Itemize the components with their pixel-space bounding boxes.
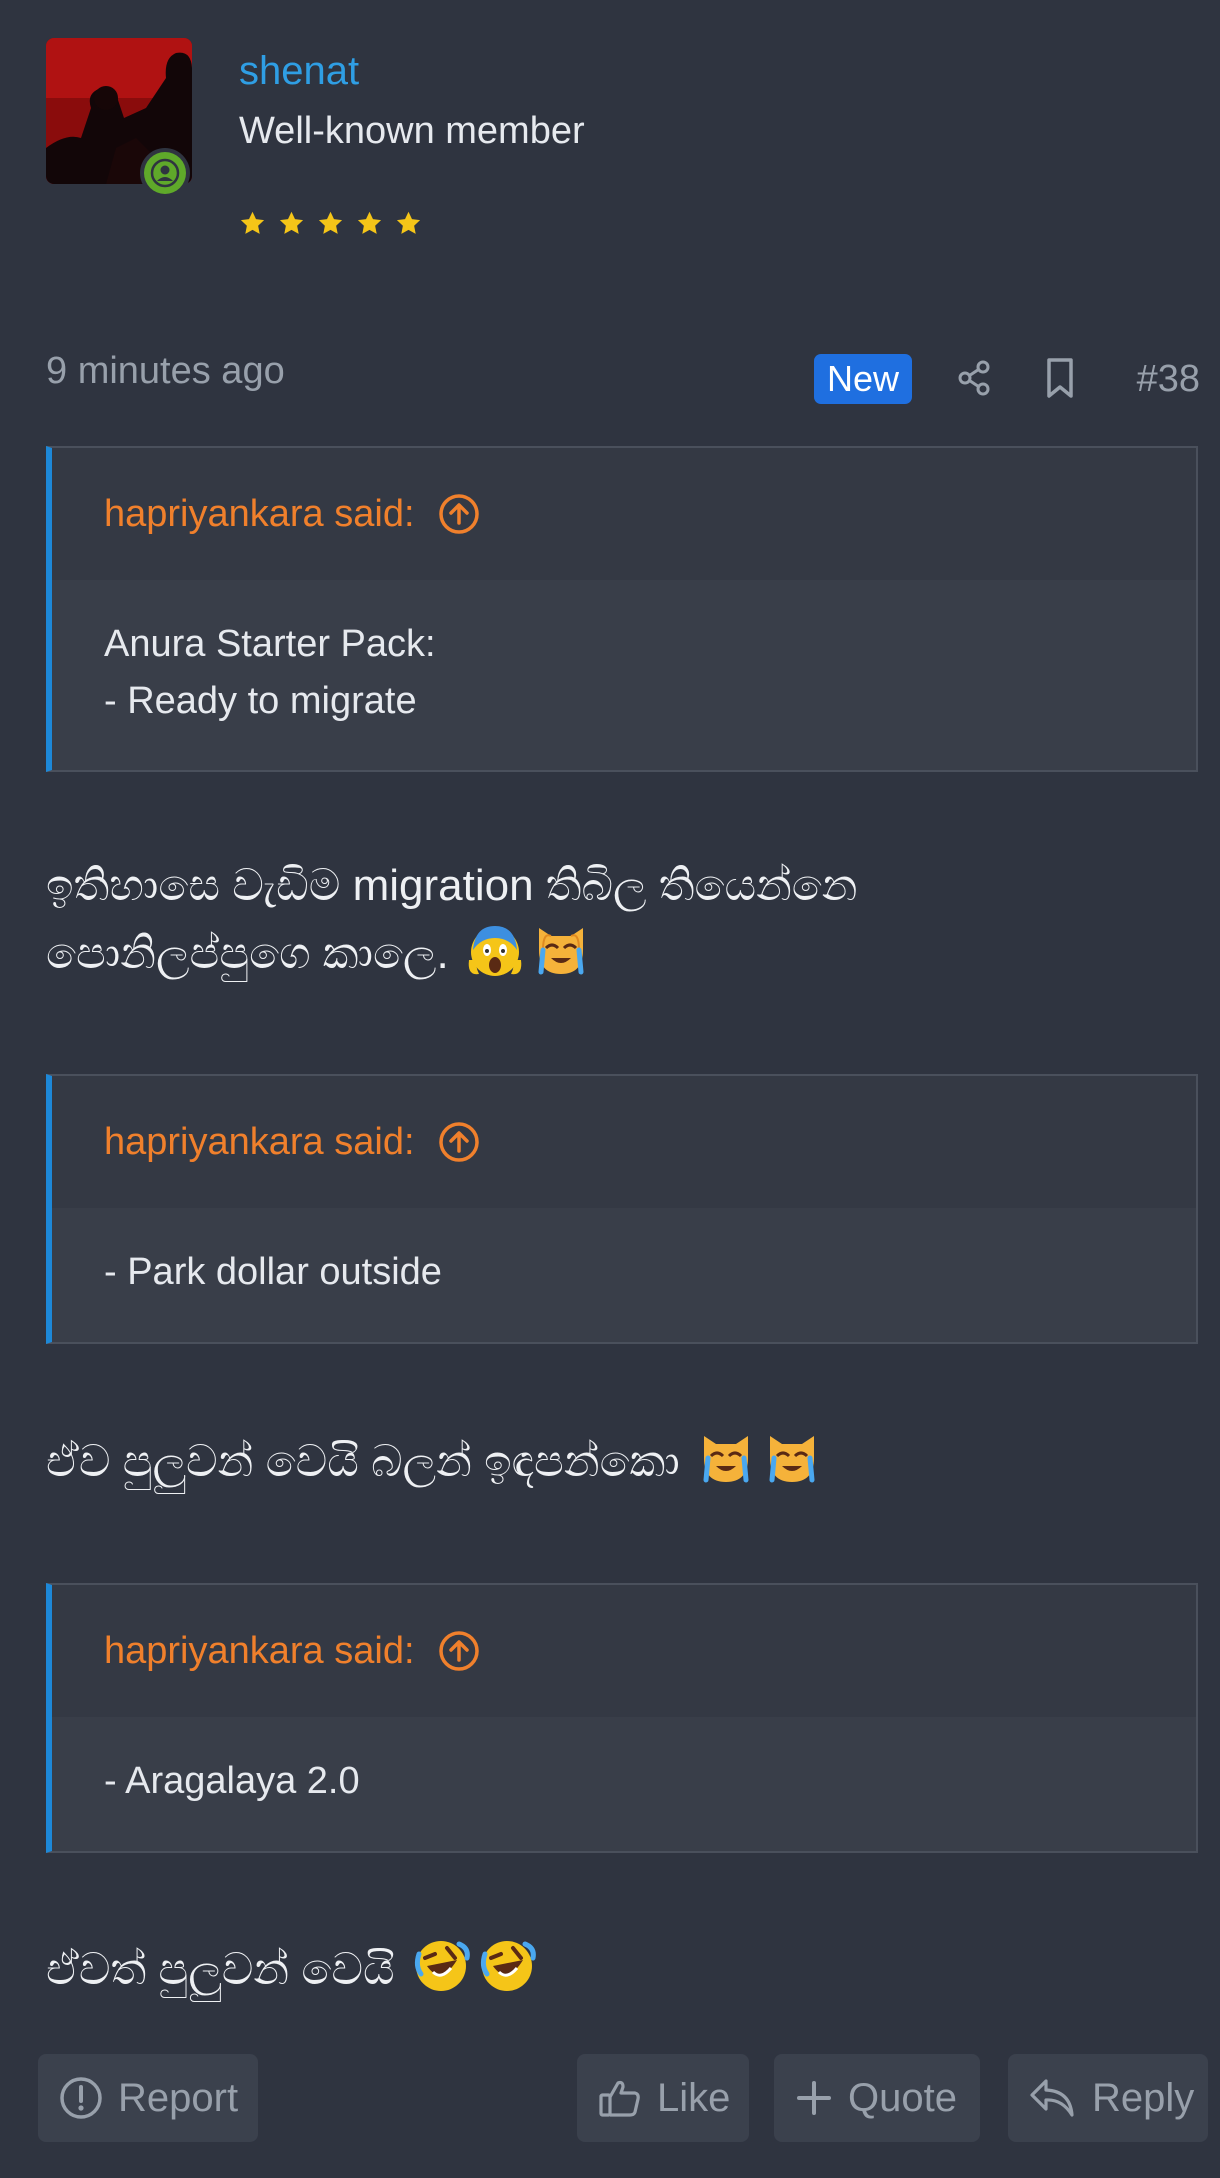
bookmark-icon bbox=[1047, 358, 1073, 398]
quote-attribution[interactable]: hapriyankara said: bbox=[104, 1630, 415, 1673]
post-text: ඒව පුලුවන් වෙයි බලන් ඉඳපන්කො bbox=[46, 1428, 1196, 1496]
arrow-up-circle-icon[interactable] bbox=[437, 492, 481, 536]
post-text-segment: පොනිලප්පුගෙ කාලෙ. bbox=[46, 929, 449, 978]
quote-block: hapriyankara said: Anura Starter Pack: -… bbox=[46, 446, 1198, 772]
star-icon bbox=[279, 211, 304, 234]
quote-header: hapriyankara said: bbox=[52, 1585, 1196, 1717]
forum-post: shenat Well-known member 9 minutes ago N… bbox=[0, 0, 1220, 2178]
share-button[interactable] bbox=[950, 354, 998, 402]
post-text-line: ඉතිහාසෙ වැඩිම migration තිබිල තියෙන්නෙ bbox=[46, 861, 858, 910]
member-rating-stars bbox=[239, 210, 422, 237]
post-actions: Report Like Quote Reply bbox=[38, 2054, 1208, 2142]
quote-content: Anura Starter Pack: - Ready to migrate bbox=[52, 580, 1196, 770]
quote-attribution[interactable]: hapriyankara said: bbox=[104, 493, 415, 536]
new-badge: New bbox=[814, 354, 913, 404]
reply-button[interactable]: Reply bbox=[1008, 2054, 1208, 2142]
crying-cat-face-icon bbox=[703, 1436, 749, 1483]
post-text-segment: ඒව පුලුවන් වෙයි බලන් ඉඳපන්කො bbox=[46, 1437, 680, 1486]
rolling-on-the-floor-laughing-icon bbox=[480, 1941, 536, 1991]
quote-header: hapriyankara said: bbox=[52, 448, 1196, 580]
star-icon bbox=[357, 211, 382, 234]
post-text: ඒවත් පුලුවන් වෙයි bbox=[46, 1936, 1196, 2004]
post-text-segment: ඒවත් පුලුවන් වෙයි bbox=[46, 1945, 395, 1994]
online-status-indicator bbox=[140, 148, 190, 198]
quote-block: hapriyankara said: - Aragalaya 2.0 bbox=[46, 1583, 1198, 1853]
quote-content: - Aragalaya 2.0 bbox=[52, 1717, 1196, 1850]
quote-line: - Ready to migrate bbox=[104, 680, 417, 722]
exclamation-circle-icon bbox=[60, 2077, 102, 2119]
face-screaming-in-fear-icon bbox=[468, 926, 522, 976]
star-icon bbox=[318, 211, 343, 234]
reply-label: Reply bbox=[1092, 2075, 1195, 2120]
quote-header: hapriyankara said: bbox=[52, 1076, 1196, 1208]
quote-button[interactable]: Quote bbox=[774, 2054, 980, 2142]
quote-line: - Park dollar outside bbox=[104, 1251, 442, 1293]
quote-content: - Park dollar outside bbox=[52, 1208, 1196, 1341]
report-label: Report bbox=[118, 2075, 239, 2120]
username-link[interactable]: shenat bbox=[239, 42, 359, 100]
post-author: shenat Well-known member bbox=[46, 38, 746, 258]
reply-icon bbox=[1030, 2079, 1074, 2117]
quote-attribution[interactable]: hapriyankara said: bbox=[104, 1121, 415, 1164]
arrow-up-circle-icon[interactable] bbox=[437, 1120, 481, 1164]
post-text: ඉතිහාසෙ වැඩිම migration තිබිල තියෙන්නෙ ප… bbox=[46, 852, 1196, 988]
rolling-on-the-floor-laughing-icon bbox=[414, 1941, 470, 1991]
quote-line: - Aragalaya 2.0 bbox=[104, 1760, 360, 1802]
plus-icon bbox=[797, 2081, 831, 2115]
star-icon bbox=[396, 211, 421, 234]
user-title: Well-known member bbox=[239, 110, 585, 152]
post-number-link[interactable]: #38 bbox=[1137, 354, 1200, 404]
like-button[interactable]: Like bbox=[577, 2054, 749, 2142]
star-icon bbox=[240, 211, 265, 234]
crying-cat-face-icon bbox=[538, 928, 584, 975]
quote-label: Quote bbox=[848, 2075, 957, 2120]
bookmark-button[interactable] bbox=[1036, 354, 1084, 402]
user-icon bbox=[150, 158, 180, 188]
quote-line: Anura Starter Pack: bbox=[104, 623, 436, 665]
share-icon bbox=[958, 360, 990, 396]
report-button[interactable]: Report bbox=[38, 2054, 258, 2142]
arrow-up-circle-icon[interactable] bbox=[437, 1629, 481, 1673]
post-timestamp[interactable]: 9 minutes ago bbox=[46, 346, 285, 396]
like-label: Like bbox=[657, 2075, 731, 2120]
crying-cat-face-icon bbox=[769, 1436, 815, 1483]
post-text-line: පොනිලප්පුගෙ කාලෙ. bbox=[46, 920, 1196, 988]
post-meta: 9 minutes ago New #38 bbox=[46, 340, 1200, 412]
quote-block: hapriyankara said: - Park dollar outside bbox=[46, 1074, 1198, 1344]
thumbs-up-icon bbox=[599, 2080, 640, 2117]
